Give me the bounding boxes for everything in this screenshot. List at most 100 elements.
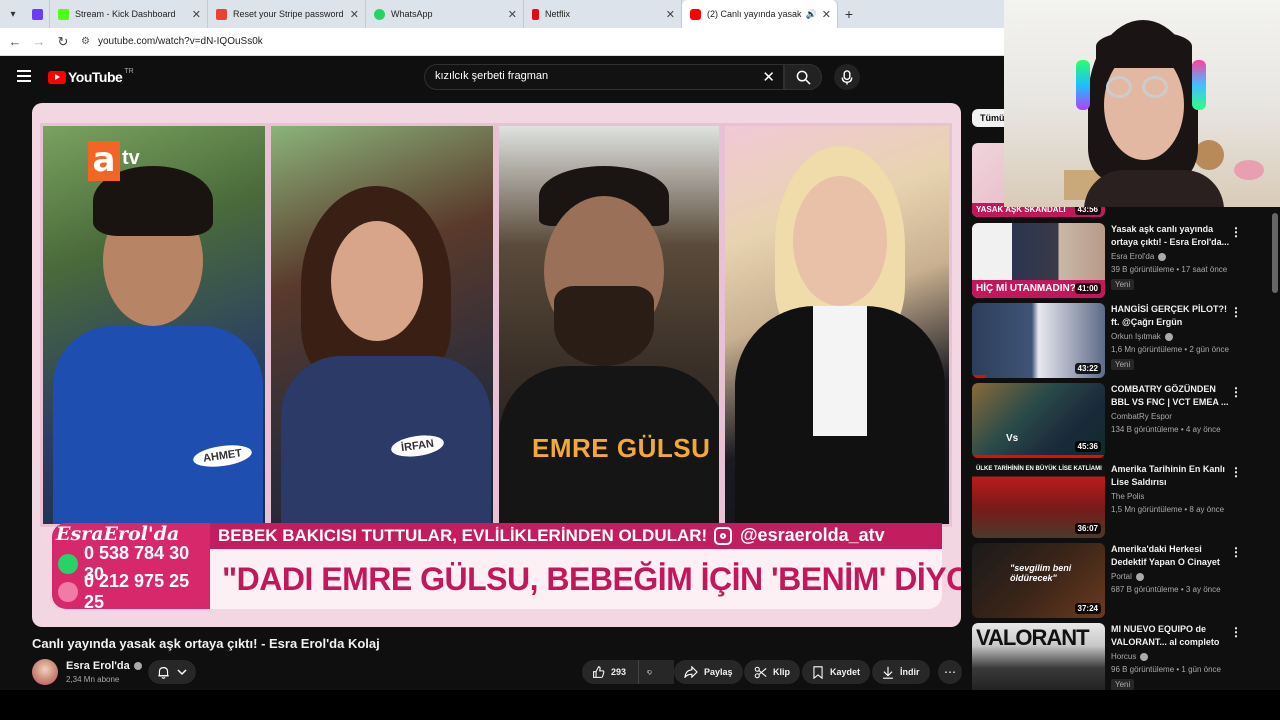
video-thumbnail[interactable]: "sevgilim beni öldürecek" 37:24 — [972, 543, 1105, 618]
search-icon — [796, 70, 811, 85]
channel-name: Portal — [1111, 572, 1132, 581]
channel-name-row[interactable]: Portal — [1111, 572, 1144, 581]
list-item[interactable]: VALORANT MI NUEVO EQUIPO de VALORANT... … — [972, 623, 1270, 690]
video-title[interactable]: COMBATRY GÖZÜNDEN BBL VS FNC | VCT EMEA … — [1111, 383, 1231, 409]
url-field[interactable]: ⚙ youtube.com/watch?v=dN-IQOuSs0k — [81, 36, 263, 47]
site-info-icon[interactable]: ⚙ — [81, 36, 90, 47]
channel-avatar[interactable] — [32, 659, 58, 685]
list-item[interactable]: HİÇ Mİ UTANMADIN? 41:00 Yasak aşk canlı … — [972, 223, 1270, 299]
tab-search-icon[interactable]: ▾ — [0, 0, 26, 28]
quote-strip: "DADI EMRE GÜLSU, BEBEĞİM İÇİN 'BENİM' D… — [210, 549, 961, 609]
more-vert-icon[interactable]: ⋮ — [1230, 465, 1242, 479]
clip-label: Klip — [773, 667, 790, 677]
channel-name-row[interactable]: CombatRy Espor — [1111, 412, 1172, 421]
person-face — [793, 176, 887, 306]
video-thumbnail[interactable]: ÜLKE TARİHİNİN EN BÜYÜK LİSE KATLİAMI 36… — [972, 463, 1105, 538]
person-jacket — [281, 356, 491, 524]
list-item[interactable]: "sevgilim beni öldürecek" 37:24 Amerika'… — [972, 543, 1270, 619]
video-title[interactable]: Amerika Tarihinin En Kanlı Lise Saldırıs… — [1111, 463, 1231, 489]
thumbs-up-icon — [593, 665, 605, 678]
dislike-button[interactable] — [638, 660, 666, 684]
browser-tab-bar: ▾ Stream - Kick Dashboard ✕ Reset your S… — [0, 0, 1004, 28]
channel-name-row[interactable]: Esra Erol'da — [1111, 252, 1167, 261]
url-text: youtube.com/watch?v=dN-IQOuSs0k — [97, 36, 263, 47]
chevron-down-icon — [177, 669, 187, 676]
search-button[interactable] — [784, 64, 822, 90]
close-icon[interactable]: ✕ — [666, 8, 675, 21]
list-item[interactable]: ÜLKE TARİHİNİN EN BÜYÜK LİSE KATLİAMI 36… — [972, 463, 1270, 539]
tab-whatsapp[interactable]: WhatsApp ✕ — [366, 0, 524, 28]
more-vert-icon[interactable]: ⋮ — [1230, 385, 1242, 399]
watch-progress-bar — [972, 455, 1105, 458]
video-title[interactable]: MI NUEVO EQUIPO de VALORANT... al comple… — [1111, 623, 1231, 649]
close-icon[interactable]: ✕ — [508, 8, 517, 21]
video-thumbnail[interactable]: HİÇ Mİ UTANMADIN? 41:00 — [972, 223, 1105, 298]
video-title[interactable]: Yasak aşk canlı yayında ortaya çıktı! - … — [1111, 223, 1231, 249]
back-icon[interactable]: ← — [3, 34, 27, 49]
youtube-logo[interactable]: YouTube TR — [48, 68, 134, 85]
scrollbar-thumb[interactable] — [1272, 213, 1278, 293]
headphone-right — [1192, 60, 1206, 110]
tab-youtube-active[interactable]: (2) Canlı yayında yasak aşk 🔊 ✕ — [682, 0, 838, 28]
more-actions-button[interactable]: ⋯ — [938, 660, 962, 684]
close-icon[interactable]: ✕ — [192, 8, 201, 21]
person-collar — [813, 306, 867, 436]
close-icon[interactable]: ✕ — [350, 8, 359, 21]
list-item[interactable]: 43:22 HANGİSİ GERÇEK PİLOT?! ft. @Çağrı … — [972, 303, 1270, 379]
speaker-icon[interactable]: 🔊 — [806, 9, 817, 20]
new-tab-icon[interactable]: + — [838, 6, 860, 22]
streamer-top — [1084, 170, 1224, 207]
more-vert-icon[interactable]: ⋮ — [1230, 625, 1242, 639]
verified-icon — [1135, 572, 1144, 581]
person-face-front — [331, 221, 423, 341]
hamburger-menu-icon[interactable] — [17, 70, 31, 82]
channel-name[interactable]: Esra Erol'da — [66, 660, 130, 672]
more-vert-icon[interactable]: ⋮ — [1230, 545, 1242, 559]
video-thumbnail[interactable]: VALORANT — [972, 623, 1105, 690]
tab-netflix[interactable]: Netflix ✕ — [524, 0, 682, 28]
tab-stripe[interactable]: Reset your Stripe password - n ✕ — [208, 0, 366, 28]
more-vert-icon[interactable]: ⋮ — [1230, 225, 1242, 239]
taskbar-strip — [0, 690, 1280, 720]
close-icon[interactable]: ✕ — [822, 8, 831, 21]
download-button[interactable]: İndir — [872, 660, 930, 684]
search-input[interactable] — [435, 70, 755, 82]
video-thumbnail[interactable]: Vs 45:36 — [972, 383, 1105, 458]
channel-name-row[interactable]: Horcus — [1111, 652, 1149, 661]
video-player[interactable]: AHMET İRFAN a tv EMRE GÜLSU EsraErol'da … — [32, 103, 961, 627]
atv-logo-tv: tv — [122, 147, 140, 169]
tab-label: Netflix — [545, 9, 571, 19]
tab-kick[interactable]: Stream - Kick Dashboard ✕ — [50, 0, 208, 28]
subscribed-bell-button[interactable] — [148, 660, 196, 684]
thumbnail-caption: Vs — [1006, 433, 1019, 444]
share-button[interactable]: Paylaş — [674, 660, 743, 684]
kick-icon — [58, 8, 69, 20]
video-title: Canlı yayında yasak aşk ortaya çıktı! - … — [32, 636, 380, 651]
sidebar-scrollbar[interactable] — [1270, 207, 1280, 690]
list-item[interactable]: Vs 45:36 COMBATRY GÖZÜNDEN BBL VS FNC | … — [972, 383, 1270, 459]
forward-icon[interactable]: → — [27, 34, 51, 49]
glasses-left — [1106, 76, 1132, 98]
scissors-icon — [754, 666, 767, 678]
channel-name: Orkun Işıtmak — [1111, 332, 1161, 341]
webcam-overlay — [1004, 0, 1280, 207]
reload-icon[interactable]: ↻ — [51, 34, 75, 50]
channel-name-row[interactable]: Orkun Işıtmak — [1111, 332, 1173, 341]
person-beard — [554, 286, 654, 366]
netflix-icon — [532, 8, 539, 20]
video-title[interactable]: HANGİSİ GERÇEK PİLOT?! ft. @Çağrı Ergün — [1111, 303, 1231, 329]
video-title[interactable]: Amerika'daki Herkesi Dedektif Yapan O Ci… — [1111, 543, 1231, 569]
save-button[interactable]: Kaydet — [802, 660, 871, 684]
thumbnail-caption: ÜLKE TARİHİNİN EN BÜYÜK LİSE KATLİAMI — [976, 466, 1102, 472]
channel-name-row[interactable]: The Polis — [1111, 492, 1144, 501]
video-thumbnail[interactable]: 43:22 — [972, 303, 1105, 378]
voice-search-button[interactable] — [834, 64, 860, 90]
download-icon — [883, 666, 893, 679]
channel-name-row[interactable]: Esra Erol'da — [66, 660, 142, 672]
new-badge: Yeni — [1111, 279, 1135, 290]
more-vert-icon[interactable]: ⋮ — [1230, 305, 1242, 319]
clip-button[interactable]: Klip — [744, 660, 800, 684]
clear-search-icon[interactable]: ✕ — [762, 68, 775, 86]
video-meta: 39 B görüntüleme • 17 saat önce — [1111, 265, 1228, 274]
tab-pinned[interactable] — [26, 0, 50, 28]
